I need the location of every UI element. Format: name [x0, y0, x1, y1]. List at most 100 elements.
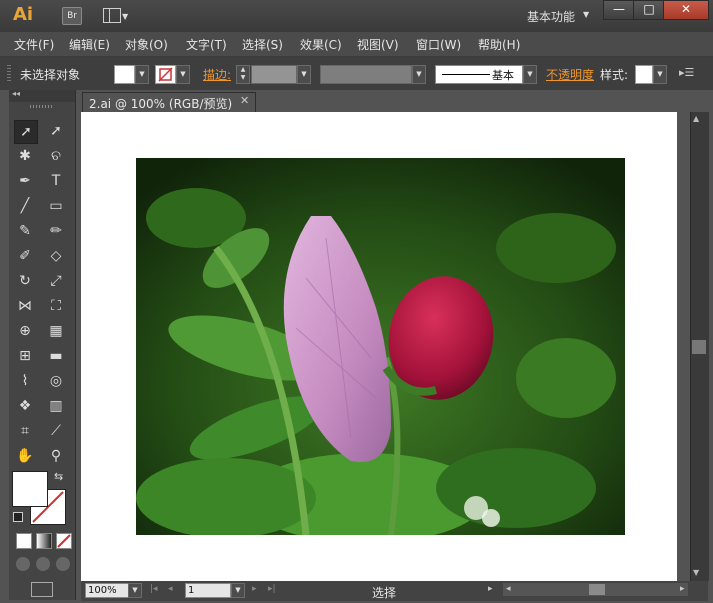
chevron-down-icon: ▼ — [583, 10, 590, 19]
width-tool-icon[interactable]: ⋈ — [14, 295, 36, 317]
paintbrush-tool-icon[interactable]: ✎ — [14, 220, 36, 242]
graphic-style-dropdown[interactable]: ▼ — [653, 65, 667, 84]
selection-status: 未选择对象 — [20, 68, 81, 82]
shape-builder-tool-icon[interactable]: ⊕ — [14, 320, 36, 342]
menu-select[interactable]: 选择(S) — [242, 36, 283, 53]
column-graph-tool-icon[interactable]: ▥ — [45, 395, 67, 417]
stroke-weight-stepper[interactable]: ▲ ▼ — [236, 65, 250, 84]
eyedropper-tool-icon[interactable]: ⌇ — [14, 370, 36, 392]
menu-edit[interactable]: 编辑(E) — [69, 36, 110, 53]
blob-brush-tool-icon[interactable]: ✐ — [14, 245, 36, 267]
stroke-weight-field[interactable] — [251, 65, 297, 84]
workspace-switcher[interactable]: 基本功能 — [527, 8, 575, 25]
symbol-sprayer-tool-icon[interactable]: ❖ — [14, 395, 36, 417]
fill-color-icon[interactable] — [12, 471, 48, 507]
zoom-tool-icon[interactable]: ⚲ — [45, 445, 67, 467]
selection-tool-icon[interactable]: ➚ — [14, 120, 38, 144]
rectangle-tool-icon[interactable]: ▭ — [45, 195, 67, 217]
scroll-down-icon[interactable]: ▼ — [693, 568, 699, 577]
scroll-left-icon[interactable]: ◂ — [506, 584, 511, 594]
menu-effect[interactable]: 效果(C) — [300, 36, 342, 53]
panel-menu-icon[interactable]: ▸☰ — [679, 66, 694, 79]
hand-tool-icon[interactable]: ✋ — [14, 445, 36, 467]
artboard-dropdown[interactable]: ▼ — [231, 583, 245, 598]
zoom-dropdown[interactable]: ▼ — [128, 583, 142, 598]
draw-normal-icon[interactable] — [16, 557, 30, 571]
watermark: jingyan.baidu.com — [538, 560, 640, 573]
zoom-level-field[interactable]: 100% — [85, 583, 129, 598]
chevron-down-icon: ▼ — [122, 12, 129, 21]
tools-panel-header[interactable]: ◂◂ — [9, 89, 75, 102]
arrange-icon — [103, 8, 121, 23]
panel-grip[interactable] — [7, 65, 11, 81]
fill-dropdown[interactable]: ▼ — [135, 65, 149, 84]
arrange-documents-button[interactable]: ▼ — [103, 8, 129, 24]
magic-wand-tool-icon[interactable]: ✱ — [14, 145, 36, 167]
color-mode-icon[interactable] — [16, 533, 32, 549]
last-artboard-icon[interactable]: ▸| — [268, 584, 276, 594]
menu-view[interactable]: 视图(V) — [357, 36, 399, 53]
eraser-tool-icon[interactable]: ◇ — [45, 245, 67, 267]
draw-behind-icon[interactable] — [36, 557, 50, 571]
mesh-tool-icon[interactable]: ⊞ — [14, 345, 36, 367]
rotate-tool-icon[interactable]: ↻ — [14, 270, 36, 292]
collapse-icon[interactable]: ◂◂ — [12, 89, 20, 98]
fill-swatch[interactable] — [114, 65, 135, 84]
free-transform-tool-icon[interactable]: ⛶ — [45, 295, 67, 317]
artboard-number-field[interactable]: 1 — [185, 583, 231, 598]
menu-type[interactable]: 文字(T) — [186, 36, 227, 53]
default-colors-icon[interactable] — [13, 512, 23, 522]
placed-image-pea-flower[interactable] — [136, 158, 625, 535]
panel-grip[interactable] — [30, 105, 52, 108]
gradient-tool-icon[interactable]: ▬ — [45, 345, 67, 367]
pencil-tool-icon[interactable]: ✏ — [45, 220, 67, 242]
scale-tool-icon[interactable]: ⤢ — [45, 270, 67, 292]
close-window-button[interactable]: ✕ — [663, 0, 709, 20]
opacity-label[interactable]: 不透明度 — [546, 66, 594, 83]
profile-dropdown[interactable]: ▼ — [412, 65, 426, 84]
minimize-button[interactable]: — — [603, 0, 635, 20]
pen-tool-icon[interactable]: ✒ — [14, 170, 36, 192]
next-artboard-icon[interactable]: ▸ — [252, 584, 257, 594]
direct-selection-tool-icon[interactable]: ➚ — [45, 120, 67, 142]
stroke-dropdown[interactable]: ▼ — [176, 65, 190, 84]
maximize-button[interactable]: □ — [633, 0, 665, 20]
first-artboard-icon[interactable]: |◂ — [150, 584, 158, 594]
none-mode-icon[interactable] — [56, 533, 72, 549]
stroke-swatch[interactable] — [155, 65, 176, 84]
illustrator-logo: Ai — [13, 4, 34, 25]
variable-width-profile[interactable] — [320, 65, 412, 84]
type-tool-icon[interactable]: T — [45, 170, 67, 192]
flower-photo — [136, 158, 625, 535]
menu-object[interactable]: 对象(O) — [125, 36, 168, 53]
line-tool-icon[interactable]: ╱ — [14, 195, 36, 217]
menu-file[interactable]: 文件(F) — [14, 36, 54, 53]
slice-tool-icon[interactable]: ⟋ — [45, 420, 67, 442]
bridge-button[interactable]: Br — [62, 7, 82, 25]
style-label: 样式: — [600, 68, 629, 82]
artboard-tool-icon[interactable]: ⌗ — [14, 420, 36, 442]
blend-tool-icon[interactable]: ◎ — [45, 370, 67, 392]
screen-mode-icon[interactable] — [31, 582, 53, 597]
swap-colors-icon[interactable]: ⇆ — [54, 470, 63, 483]
document-tab-title: 2.ai @ 100% (RGB/预览) — [89, 97, 233, 111]
menu-help[interactable]: 帮助(H) — [478, 36, 520, 53]
scroll-up-icon[interactable]: ▲ — [693, 114, 699, 123]
graphic-style-swatch[interactable] — [635, 65, 653, 84]
none-slash-icon — [57, 534, 71, 548]
close-tab-icon[interactable]: ✕ — [240, 94, 249, 107]
status-menu-icon[interactable]: ▸ — [488, 584, 493, 594]
stroke-label[interactable]: 描边: — [203, 66, 231, 83]
gradient-mode-icon[interactable] — [36, 533, 52, 549]
vertical-scroll-thumb[interactable] — [692, 340, 706, 354]
perspective-grid-tool-icon[interactable]: ▦ — [45, 320, 67, 342]
draw-inside-icon[interactable] — [56, 557, 70, 571]
stroke-weight-dropdown[interactable]: ▼ — [297, 65, 311, 84]
lasso-tool-icon[interactable]: ଚ — [45, 145, 67, 167]
scroll-right-icon[interactable]: ▸ — [680, 584, 685, 594]
brush-dropdown[interactable]: ▼ — [523, 65, 537, 84]
menu-window[interactable]: 窗口(W) — [416, 36, 461, 53]
previous-artboard-icon[interactable]: ◂ — [168, 584, 173, 594]
horizontal-scroll-thumb[interactable] — [589, 584, 605, 595]
brush-definition[interactable]: 基本 — [435, 65, 523, 84]
